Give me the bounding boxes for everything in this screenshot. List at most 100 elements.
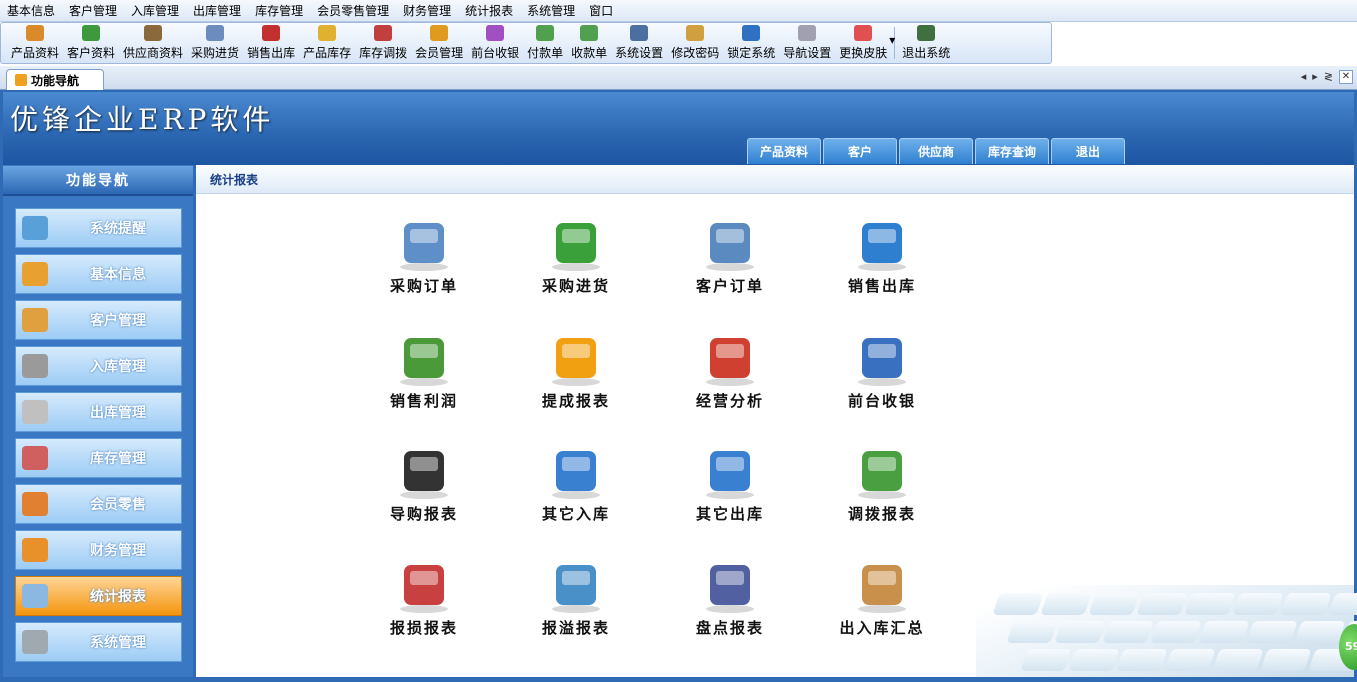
keyboard-key — [1328, 593, 1357, 615]
warehouse-icon — [22, 446, 48, 470]
function-label: 采购订单 — [389, 277, 458, 295]
function-label: 报损报表 — [389, 619, 458, 637]
function-item-3[interactable]: 销售出库 — [827, 215, 937, 296]
tab-controls: ◂ ▸ ≷ ✕ — [1301, 70, 1353, 84]
menu-item-2[interactable]: 入库管理 — [124, 0, 186, 22]
toolbar-button-10[interactable]: 收款单 — [567, 23, 611, 63]
toolbar-button-3[interactable]: 采购进货 — [187, 23, 243, 63]
quick-nav: 产品资料 客户 供应商 库存查询 退出 — [747, 138, 1125, 164]
function-item-5[interactable]: 提成报表 — [521, 330, 631, 411]
money-face-icon — [546, 330, 606, 388]
tab-next-icon[interactable]: ▸ — [1312, 70, 1318, 84]
menu-item-7[interactable]: 统计报表 — [458, 0, 520, 22]
function-item-11[interactable]: 调拨报表 — [827, 443, 937, 524]
sidebar-item-4[interactable]: 出库管理 — [15, 392, 182, 432]
sidebar-item-2[interactable]: 客户管理 — [15, 300, 182, 340]
keyboard-key — [1102, 621, 1154, 643]
nav-button-4[interactable]: 退出 — [1051, 138, 1125, 164]
function-item-0[interactable]: 采购订单 — [369, 215, 479, 296]
close-icon[interactable]: ✕ — [1339, 70, 1353, 84]
menu-item-1[interactable]: 客户管理 — [62, 0, 124, 22]
function-label: 客户订单 — [695, 277, 764, 295]
function-item-9[interactable]: 其它入库 — [521, 443, 631, 524]
nav-button-2[interactable]: 供应商 — [899, 138, 973, 164]
function-label: 前台收银 — [847, 392, 916, 410]
toolbar-button-0[interactable]: 产品资料 — [7, 23, 63, 63]
toolbar-button-6[interactable]: 库存调拨 — [355, 23, 411, 63]
keyboard-key — [1294, 621, 1346, 643]
product-icon — [26, 25, 44, 41]
toolbar-button-7[interactable]: 会员管理 — [411, 23, 467, 63]
sidebar-item-1[interactable]: 基本信息 — [15, 254, 182, 294]
nav-button-1[interactable]: 客户 — [823, 138, 897, 164]
menu-item-9[interactable]: 窗口 — [582, 0, 620, 22]
function-item-1[interactable]: 采购进货 — [521, 215, 631, 296]
navigation-icon — [15, 74, 27, 86]
function-label: 采购进货 — [541, 277, 610, 295]
menu-item-8[interactable]: 系统管理 — [520, 0, 582, 22]
sidebar-header: 功能导航 — [3, 166, 193, 196]
function-item-15[interactable]: 出入库汇总 — [827, 557, 937, 638]
loss-house-icon — [394, 557, 454, 615]
menu-item-3[interactable]: 出库管理 — [186, 0, 248, 22]
sidebar-item-label: 入库管理 — [90, 359, 146, 375]
tab-function-nav[interactable]: 功能导航 — [6, 69, 104, 90]
toolbar-button-1[interactable]: 客户资料 — [63, 23, 119, 63]
toolbar-button-5[interactable]: 产品库存 — [299, 23, 355, 63]
menu-item-0[interactable]: 基本信息 — [0, 0, 62, 22]
purchase-order-icon — [394, 215, 454, 273]
function-item-6[interactable]: 经营分析 — [675, 330, 785, 411]
function-label: 盘点报表 — [695, 619, 764, 637]
boxes-summary-icon — [852, 557, 912, 615]
toolbar-button-8[interactable]: 前台收银 — [467, 23, 523, 63]
toolbar-button-12[interactable]: 修改密码 — [667, 23, 723, 63]
dropdown-arrow-icon[interactable]: ▾ — [889, 33, 895, 47]
house-in-icon — [546, 443, 606, 501]
toolbar-button-14[interactable]: 导航设置 — [779, 23, 835, 63]
nav-button-0[interactable]: 产品资料 — [747, 138, 821, 164]
menu-item-4[interactable]: 库存管理 — [248, 0, 310, 22]
function-item-4[interactable]: 销售利润 — [369, 330, 479, 411]
sidebar-item-6[interactable]: 会员零售 — [15, 484, 182, 524]
toolbar-button-15[interactable]: 更换皮肤 ▾ — [835, 23, 895, 63]
function-item-10[interactable]: 其它出库 — [675, 443, 785, 524]
sidebar-item-8[interactable]: 统计报表 — [15, 576, 182, 616]
nav-button-3[interactable]: 库存查询 — [975, 138, 1049, 164]
cash-register-icon — [852, 330, 912, 388]
toolbar-button-11[interactable]: 系统设置 — [611, 23, 667, 63]
stock-in-icon — [22, 354, 48, 378]
sidebar-item-0[interactable]: 系统提醒 — [15, 208, 182, 248]
sidebar-item-9[interactable]: 系统管理 — [15, 622, 182, 662]
function-item-7[interactable]: 前台收银 — [827, 330, 937, 411]
function-item-2[interactable]: 客户订单 — [675, 215, 785, 296]
toolbar-label: 导航设置 — [783, 46, 832, 60]
sidebar-item-7[interactable]: 财务管理 — [15, 530, 182, 570]
menu-item-5[interactable]: 会员零售管理 — [310, 0, 396, 22]
toolbar: 产品资料 客户资料 供应商资料 采购进货 销售出库 产品库存 库存调拨 会员管理 前台收银 付款单… — [0, 22, 1052, 64]
purchase-icon — [206, 25, 225, 41]
menu-item-6[interactable]: 财务管理 — [396, 0, 458, 22]
content-header: 统计报表 — [196, 166, 1354, 194]
toolbar-label: 收款单 — [571, 46, 608, 60]
app-title: 优锋企业ERP软件 — [10, 103, 275, 136]
toolbar-label: 付款单 — [527, 46, 564, 60]
toolbar-button-9[interactable]: 付款单 — [523, 23, 567, 63]
function-item-14[interactable]: 盘点报表 — [675, 557, 785, 638]
sidebar-item-3[interactable]: 入库管理 — [15, 346, 182, 386]
cashier-icon — [486, 25, 505, 41]
toolbar-button-13[interactable]: 锁定系统 — [723, 23, 779, 63]
toolbar-button-4[interactable]: 销售出库 — [243, 23, 299, 63]
keyboard-key — [1054, 621, 1106, 643]
keyboard-key — [1006, 621, 1058, 643]
toolbar-button-16[interactable]: 退出系统 — [898, 23, 954, 63]
sidebar-item-5[interactable]: 库存管理 — [15, 438, 182, 478]
function-item-8[interactable]: 导购报表 — [369, 443, 479, 524]
toolbar-label: 退出系统 — [902, 46, 951, 60]
toolbar-button-2[interactable]: 供应商资料 — [119, 23, 187, 63]
tab-menu-icon[interactable]: ≷ — [1324, 70, 1333, 84]
function-item-12[interactable]: 报损报表 — [369, 557, 479, 638]
tab-prev-icon[interactable]: ◂ — [1301, 70, 1307, 84]
toolbar-label: 供应商资料 — [123, 46, 184, 60]
function-item-13[interactable]: 报溢报表 — [521, 557, 631, 638]
keyboard-key — [1246, 621, 1298, 643]
